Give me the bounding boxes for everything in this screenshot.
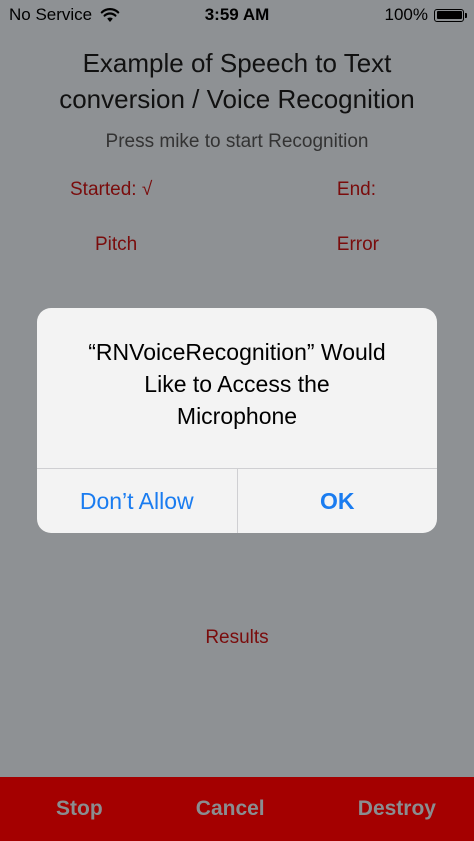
error-label: Error (336, 234, 379, 255)
alert-title: “RNVoiceRecognition” Would Like to Acces… (53, 336, 421, 432)
battery-percentage: 100% (384, 5, 428, 24)
page-title: Example of Speech to Text conversion / V… (0, 45, 474, 117)
screen: No Service 3:59 AM 100% Example of Speec… (0, 0, 474, 841)
destroy-button[interactable]: Destroy (358, 797, 436, 821)
instruction-text: Press mike to start Recognition (105, 131, 369, 152)
ok-button[interactable]: OK (238, 469, 438, 533)
results-label: Results (205, 627, 269, 648)
bottom-action-bar: Stop Cancel Destroy (0, 777, 474, 841)
pitch-label: Pitch (95, 234, 138, 255)
alert-title-line3: Microphone (176, 403, 298, 429)
alert-actions: Don’t Allow OK (37, 468, 437, 533)
started-status: Started: √ (70, 179, 153, 200)
page-title-line1: Example of Speech to Text (82, 48, 392, 78)
stop-button[interactable]: Stop (56, 797, 103, 821)
alert-title-line2: Like to Access the (144, 371, 330, 397)
page-title-line2: conversion / Voice Recognition (59, 84, 415, 114)
end-status: End: (336, 179, 376, 200)
dont-allow-button[interactable]: Don’t Allow (37, 469, 238, 533)
cancel-button[interactable]: Cancel (196, 797, 265, 821)
status-right: 100% (384, 5, 467, 25)
alert-title-line1: “RNVoiceRecognition” Would (88, 339, 386, 365)
microphone-permission-alert: “RNVoiceRecognition” Would Like to Acces… (37, 308, 437, 533)
status-bar: No Service 3:59 AM 100% (0, 0, 474, 30)
battery-full-icon (434, 8, 467, 22)
